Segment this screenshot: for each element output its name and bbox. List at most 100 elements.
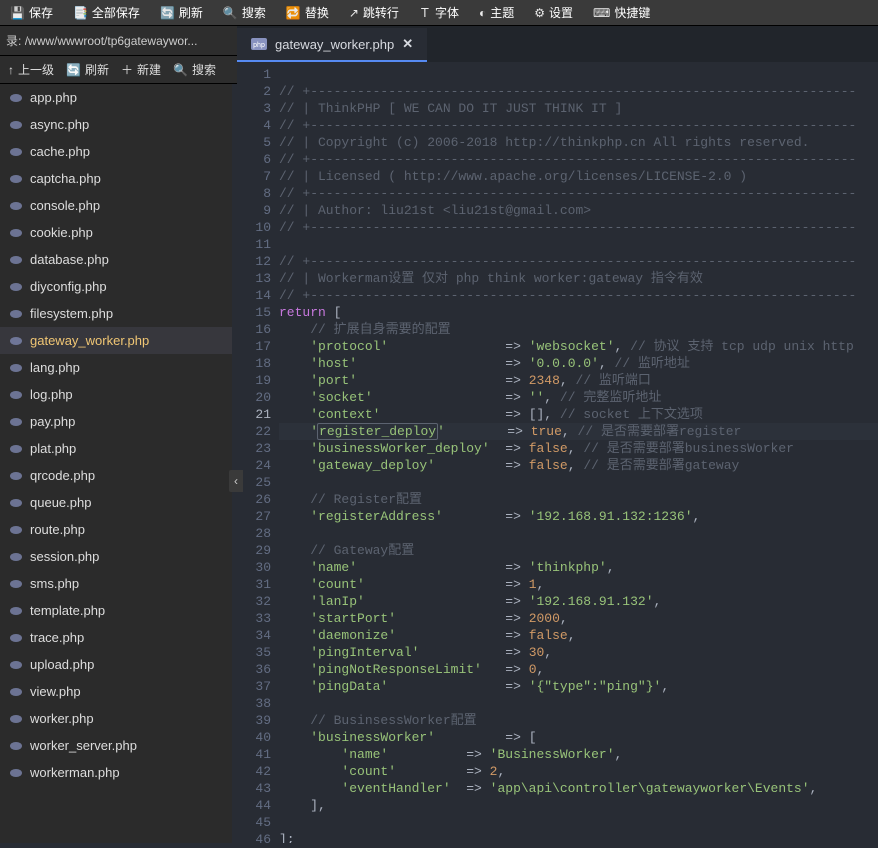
php-file-icon [10,714,22,724]
file-item[interactable]: plat.php [0,435,232,462]
file-name: upload.php [30,657,94,672]
tab-bar: php gateway_worker.php ✕ [237,26,878,62]
toolbar-label: 快捷键 [614,4,650,21]
php-file-icon [10,174,22,184]
php-file-icon [10,633,22,643]
php-file-icon [10,741,22,751]
search-icon: 🔍 [223,6,238,20]
php-file-icon [10,444,22,454]
theme-icon: ◐ [479,6,486,20]
php-file-icon [10,498,22,508]
toolbar-keyboard[interactable]: ⌨ 快捷键 [583,0,660,25]
sub-label: 新建 [137,61,161,78]
file-name: cache.php [30,144,90,159]
file-item[interactable]: worker_server.php [0,732,232,759]
toolbar-font[interactable]: Ｔ字体 [409,0,469,25]
toolbar-label: 搜索 [242,4,266,21]
file-item[interactable]: pay.php [0,408,232,435]
file-item[interactable]: database.php [0,246,232,273]
up-icon: ↑ [8,63,14,77]
tab-label: gateway_worker.php [275,37,394,52]
file-name: gateway_worker.php [30,333,149,348]
php-file-icon [10,201,22,211]
file-item[interactable]: gateway_worker.php [0,327,232,354]
toolbar-save-all[interactable]: 📑全部保存 [63,0,150,25]
file-name: pay.php [30,414,75,429]
code-editor: 1234567891011121314151617181920212223242… [237,62,878,843]
sub-plus[interactable]: ＋新建 [121,61,161,78]
file-item[interactable]: template.php [0,597,232,624]
file-name: database.php [30,252,109,267]
close-icon[interactable]: ✕ [402,36,413,52]
toolbar-label: 刷新 [179,4,203,21]
toolbar-goto[interactable]: ↗ 跳转行 [339,0,409,25]
file-item[interactable]: upload.php [0,651,232,678]
file-name: template.php [30,603,105,618]
file-item[interactable]: filesystem.php [0,300,232,327]
php-file-icon [10,606,22,616]
file-name: lang.php [30,360,80,375]
file-name: qrcode.php [30,468,95,483]
file-name: diyconfig.php [30,279,107,294]
file-name: session.php [30,549,99,564]
file-item[interactable]: lang.php [0,354,232,381]
php-file-icon [10,282,22,292]
file-name: worker.php [30,711,94,726]
font-icon: Ｔ [419,4,431,21]
php-file-icon [10,228,22,238]
file-item[interactable]: captcha.php [0,165,232,192]
tab-gateway-worker[interactable]: php gateway_worker.php ✕ [237,28,427,62]
code-content[interactable]: // +------------------------------------… [279,62,878,843]
sub-refresh[interactable]: 🔄刷新 [66,61,109,78]
file-item[interactable]: log.php [0,381,232,408]
sub-search[interactable]: 🔍搜索 [173,61,216,78]
toolbar-label: 设置 [549,4,573,21]
toolbar-replace[interactable]: 🔁替换 [276,0,339,25]
toolbar-save[interactable]: 💾保存 [0,0,63,25]
file-name: filesystem.php [30,306,113,321]
file-item[interactable]: cookie.php [0,219,232,246]
gear-icon: ⚙ [534,6,545,20]
file-item[interactable]: async.php [0,111,232,138]
file-name: plat.php [30,441,76,456]
php-file-icon [10,120,22,130]
file-name: view.php [30,684,81,699]
refresh-icon: 🔄 [160,6,175,20]
file-name: app.php [30,90,77,105]
line-gutter: 1234567891011121314151617181920212223242… [237,62,279,843]
svg-text:php: php [253,42,265,49]
replace-icon: 🔁 [286,6,301,20]
toolbar-label: 全部保存 [92,4,140,21]
file-item[interactable]: console.php [0,192,232,219]
toolbar-gear[interactable]: ⚙ 设置 [524,0,583,25]
file-name: log.php [30,387,73,402]
php-file-icon [10,390,22,400]
file-name: trace.php [30,630,84,645]
php-icon: php [251,38,267,50]
file-item[interactable]: worker.php [0,705,232,732]
toolbar-label: 跳转行 [363,4,399,21]
goto-icon: ↗ [349,6,359,20]
sub-up[interactable]: ↑ 上一级 [8,61,54,78]
file-item[interactable]: qrcode.php [0,462,232,489]
toolbar-search[interactable]: 🔍 搜索 [213,0,276,25]
file-item[interactable]: trace.php [0,624,232,651]
keyboard-icon: ⌨ [593,6,610,20]
sidebar-collapse-handle[interactable]: ‹ [229,470,243,492]
toolbar-theme[interactable]: ◐主题 [469,0,524,25]
php-file-icon [10,552,22,562]
file-item[interactable]: workerman.php [0,759,232,786]
file-item[interactable]: view.php [0,678,232,705]
file-item[interactable]: session.php [0,543,232,570]
toolbar-refresh[interactable]: 🔄 刷新 [150,0,213,25]
file-item[interactable]: sms.php [0,570,232,597]
file-item[interactable]: app.php [0,84,232,111]
file-item[interactable]: route.php [0,516,232,543]
file-item[interactable]: cache.php [0,138,232,165]
file-name: sms.php [30,576,79,591]
save-icon: 💾 [10,6,25,20]
php-file-icon [10,93,22,103]
file-item[interactable]: queue.php [0,489,232,516]
file-item[interactable]: diyconfig.php [0,273,232,300]
sub-label: 上一级 [18,61,54,78]
